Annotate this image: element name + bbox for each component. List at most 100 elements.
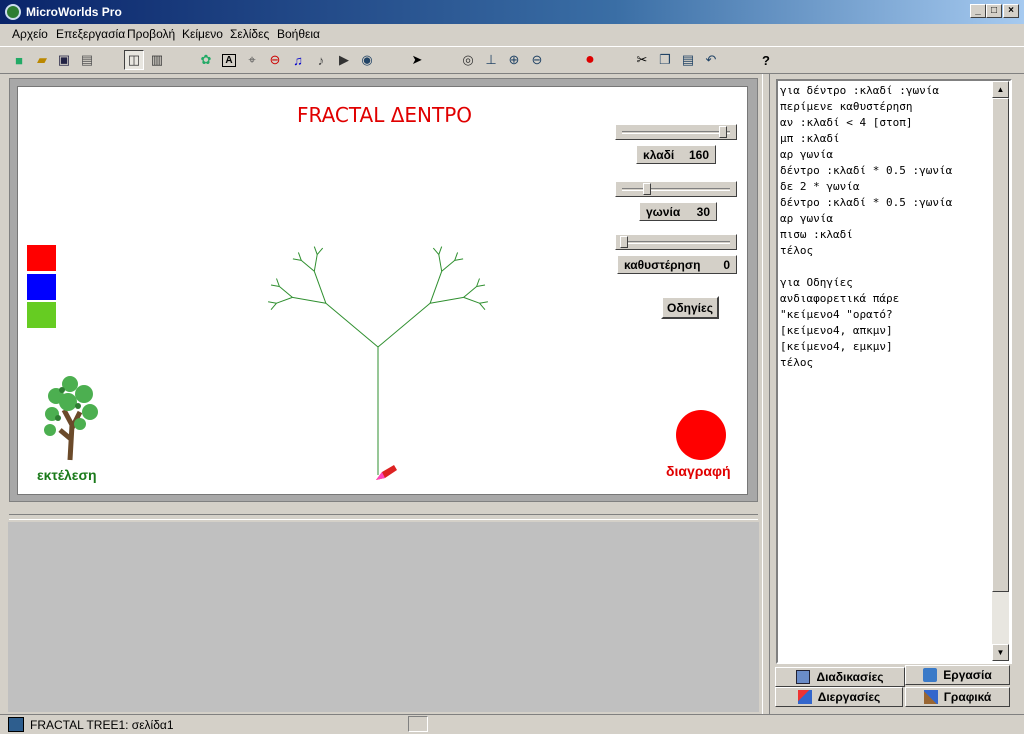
page-title: FRACTAL ΔΕΝΤΡΟ xyxy=(297,103,473,127)
stop-all-icon[interactable]: ● xyxy=(580,50,600,70)
tree-branch xyxy=(292,258,302,261)
tree-branch xyxy=(270,302,277,311)
command-icon xyxy=(923,668,938,682)
help-label: ? xyxy=(762,52,770,68)
tab-procedures[interactable]: Διαδικασίες xyxy=(775,667,905,687)
pencil-turtle-icon[interactable] xyxy=(372,462,398,484)
scroll-up-icon[interactable]: ▲ xyxy=(992,81,1009,98)
delay-value-box: καθυστέρηση 0 xyxy=(617,255,737,274)
tree-branch xyxy=(479,301,488,304)
slider-tool-icon[interactable]: ⊖ xyxy=(265,50,285,70)
zoom-out-icon[interactable]: ⊖ xyxy=(527,50,547,70)
page-view-icon[interactable]: ◫ xyxy=(124,50,144,70)
music-icon[interactable]: ♫ xyxy=(288,50,308,70)
button-tool-icon[interactable]: ⌖ xyxy=(242,50,262,70)
menu-file[interactable]: Αρχείο xyxy=(12,27,48,41)
tree-branch xyxy=(316,247,324,255)
open-folder-icon[interactable]: ▰ xyxy=(32,50,52,70)
turtle-icon[interactable]: ✿ xyxy=(196,50,216,70)
run-label[interactable]: εκτέλεση xyxy=(37,467,97,483)
app-icon xyxy=(5,4,21,20)
title-bar: MicroWorlds Pro _ □ × xyxy=(0,0,1024,24)
stamp-icon[interactable]: ⊥ xyxy=(481,50,501,70)
tree-branch xyxy=(297,252,302,261)
tree-branch xyxy=(432,247,440,255)
tab-processes[interactable]: Διεργασίες xyxy=(775,687,903,707)
branch-slider[interactable] xyxy=(615,124,737,140)
tab-command-label: Εργασία xyxy=(943,668,992,682)
menu-pages[interactable]: Σελίδες xyxy=(230,27,269,41)
tree-branch xyxy=(292,296,326,304)
paste-icon[interactable]: ▤ xyxy=(678,50,698,70)
blue-color-swatch[interactable] xyxy=(27,274,56,300)
project-icon xyxy=(8,717,24,732)
splitter[interactable] xyxy=(9,514,758,520)
slider-thumb[interactable] xyxy=(620,236,628,248)
text-box-icon[interactable]: A xyxy=(219,50,239,70)
angle-slider[interactable] xyxy=(615,181,737,197)
undo-icon[interactable]: ↶ xyxy=(701,50,721,70)
procedures-panel[interactable]: για δέντρο :κλαδί :γωνία περίμενε καθυστ… xyxy=(776,79,1012,664)
tree-branch xyxy=(325,302,379,348)
cd-icon[interactable]: ◉ xyxy=(357,50,377,70)
save-icon[interactable]: ▣ xyxy=(54,50,74,70)
tree-branch xyxy=(454,258,464,261)
print-icon[interactable]: ▤ xyxy=(77,50,97,70)
video-icon[interactable]: ▶ xyxy=(334,50,354,70)
copy-icon[interactable]: ❐ xyxy=(655,50,675,70)
delay-label: καθυστέρηση xyxy=(624,257,701,272)
clear-label[interactable]: διαγραφή xyxy=(666,463,731,479)
tab-command[interactable]: Εργασία xyxy=(905,665,1010,685)
menu-view[interactable]: Προβολή xyxy=(127,27,175,41)
fractal-tree xyxy=(268,246,488,475)
instructions-button[interactable]: Οδηγίες xyxy=(661,296,719,319)
tree-branch xyxy=(454,252,459,261)
window-title: MicroWorlds Pro xyxy=(26,5,122,19)
close-button[interactable]: × xyxy=(1003,4,1019,18)
zoom-in-icon[interactable]: ⊕ xyxy=(504,50,524,70)
tab-processes-label: Διεργασίες xyxy=(817,690,881,704)
angle-value-box: γωνία 30 xyxy=(639,202,717,221)
scroll-down-icon[interactable]: ▼ xyxy=(992,644,1009,661)
delay-slider[interactable] xyxy=(615,234,737,250)
tree-branch xyxy=(276,278,280,287)
tree-branch xyxy=(441,260,456,272)
menu-help[interactable]: Βοήθεια xyxy=(277,27,320,41)
tree-branch xyxy=(377,302,431,348)
clear-button[interactable] xyxy=(676,410,726,460)
procedures-book-icon xyxy=(796,670,811,684)
scrollbar-thumb[interactable] xyxy=(992,98,1009,592)
tree-icon[interactable] xyxy=(40,370,104,462)
cut-icon[interactable]: ✂ xyxy=(632,50,652,70)
help-icon[interactable]: ? xyxy=(756,50,776,70)
pointer-icon[interactable]: ➤ xyxy=(407,50,427,70)
branch-value: 160 xyxy=(688,147,709,162)
green-color-swatch[interactable] xyxy=(27,302,56,328)
tree-branch xyxy=(429,271,443,304)
tree-branch xyxy=(438,254,443,272)
slider-thumb[interactable] xyxy=(718,126,727,138)
menu-edit[interactable]: Επεξεργασία xyxy=(56,27,125,41)
tab-graphics[interactable]: Γραφικά xyxy=(905,687,1010,707)
slider-thumb[interactable] xyxy=(642,183,651,195)
vertical-splitter[interactable] xyxy=(762,74,770,714)
microphone-icon[interactable]: ♪ xyxy=(311,50,331,70)
command-center[interactable] xyxy=(8,522,759,712)
processes-icon xyxy=(797,690,812,704)
red-color-swatch[interactable] xyxy=(27,245,56,271)
minimize-button[interactable]: _ xyxy=(970,4,986,18)
full-view-icon[interactable]: ▥ xyxy=(147,50,167,70)
angle-label: γωνία xyxy=(646,204,681,219)
menu-text[interactable]: Κείμενο xyxy=(182,27,223,41)
chat-icon[interactable] xyxy=(408,716,428,732)
tab-graphics-label: Γραφικά xyxy=(943,690,992,704)
maximize-button[interactable]: □ xyxy=(986,4,1002,18)
tree-branch xyxy=(313,246,318,255)
branch-value-box: κλαδί 160 xyxy=(636,145,716,164)
tree-branch xyxy=(313,271,327,304)
new-project-icon[interactable]: ■ xyxy=(9,50,29,70)
procedures-text[interactable]: για δέντρο :κλαδί :γωνία περίμενε καθυστ… xyxy=(780,83,994,371)
eye-icon[interactable]: ◎ xyxy=(458,50,478,70)
tree-branch xyxy=(463,286,477,298)
tree-branch xyxy=(279,286,293,298)
